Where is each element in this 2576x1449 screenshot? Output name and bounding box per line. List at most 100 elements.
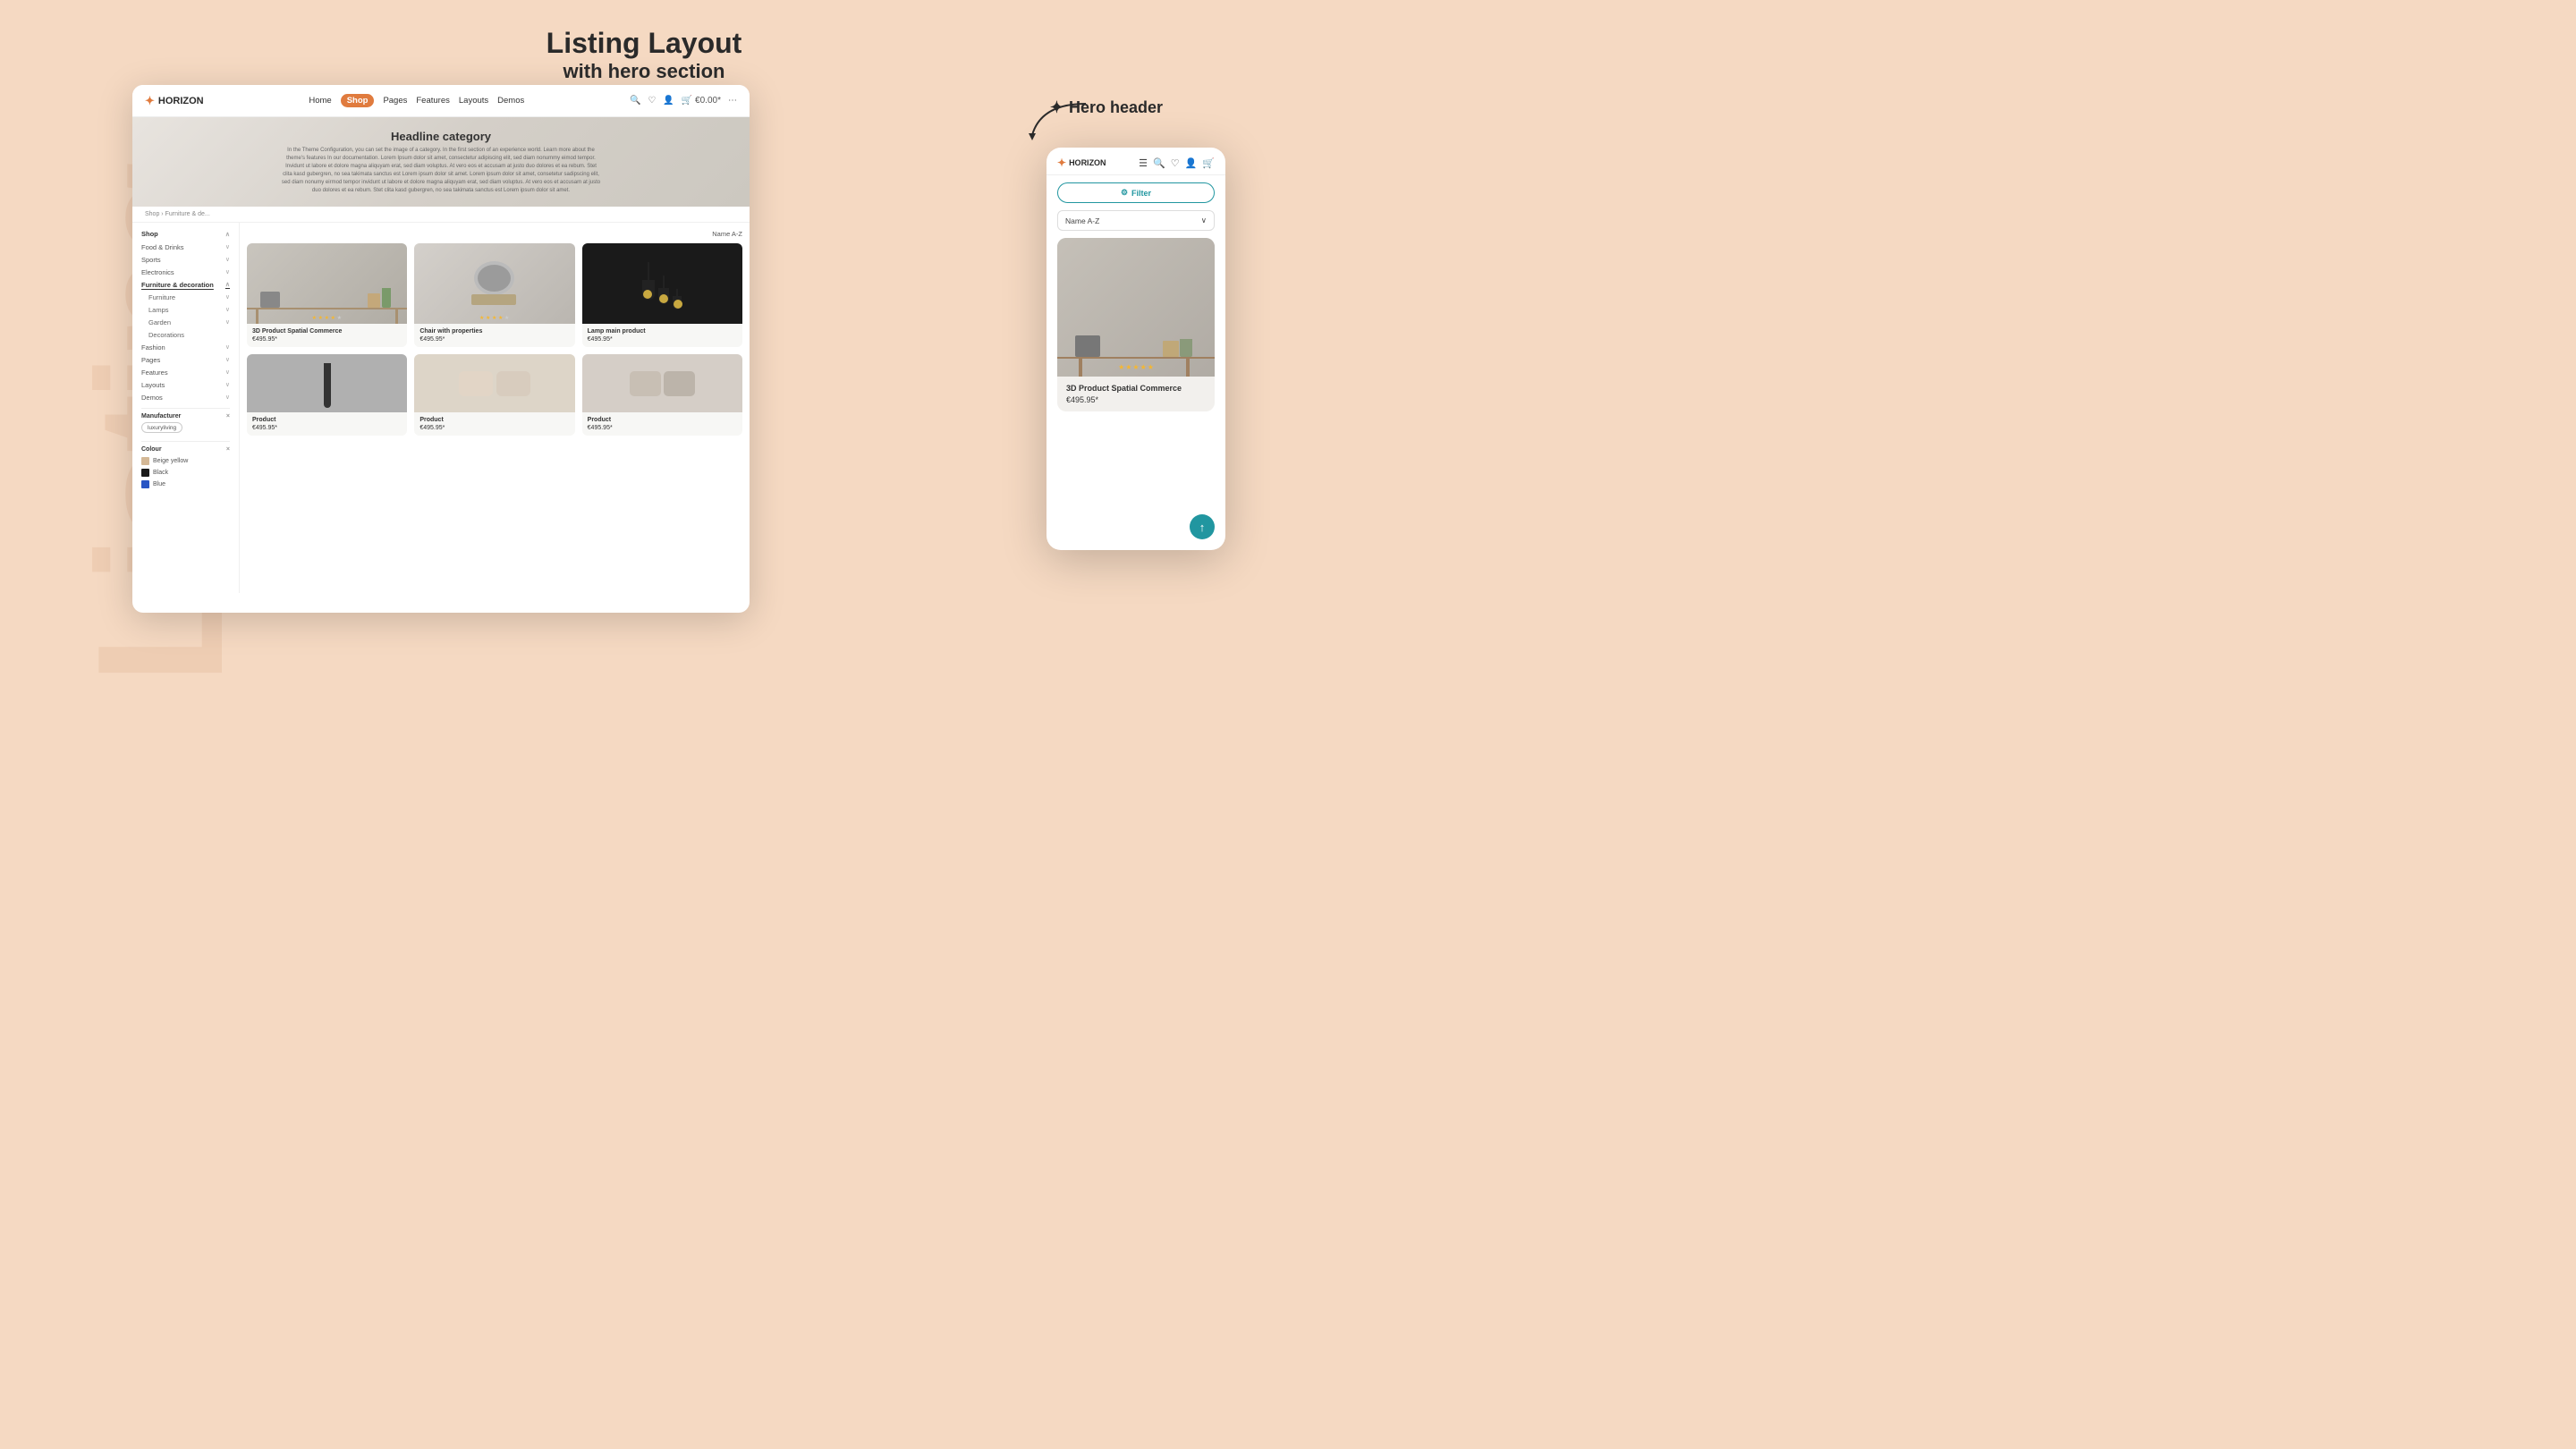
lamp-shape [642,258,682,309]
hero-title: Headline category [391,130,491,143]
sidebar-item-layouts[interactable]: Layouts ∨ [141,378,230,391]
mobile-wishlist-icon[interactable]: ♡ [1171,157,1180,169]
mobile-product-stars: ★ ★ ★ ★ ★ [1118,363,1154,371]
product-price-6: €495.95* [588,425,737,431]
mobile-sort-row[interactable]: Name A-Z ∨ [1057,210,1215,231]
logo-icon: ✦ [145,94,155,108]
mobile-menu-icon[interactable]: ☰ [1139,157,1148,169]
sidebar-shop-title: Shop ∧ [141,230,230,238]
sidebar-item-features[interactable]: Features ∨ [141,366,230,378]
color-row-black[interactable]: Black [141,467,230,479]
sidebar-item-fashion[interactable]: Fashion ∨ [141,341,230,353]
search-icon[interactable]: 🔍 [630,96,640,106]
sidebar-item-furniture-decoration[interactable]: Furniture & decoration ∧ [141,278,230,291]
sidebar-item-decorations[interactable]: Decorations [141,328,230,341]
mobile-logo: ✦ HORIZON [1057,157,1106,169]
product-card-3[interactable]: Lamp main product €495.95* [582,243,742,347]
product-image-4 [247,354,407,412]
monitor-object [260,292,280,308]
mobile-account-icon[interactable]: 👤 [1185,157,1198,169]
sidebar-item-demos[interactable]: Demos ∨ [141,391,230,403]
mobile-mockup: ✦ HORIZON ☰ 🔍 ♡ 👤 🛒 ⚙ Filter Name A-Z ∨ [1046,148,1225,550]
color-swatch-blue [141,480,149,488]
cart-icon[interactable]: 🛒 €0.00* [682,96,721,106]
chair-shape [470,257,519,310]
mobile-search-icon[interactable]: 🔍 [1153,157,1165,169]
sidebar-item-furniture[interactable]: Furniture ∨ [141,291,230,303]
hero-annotation: ✦ Hero header [1050,98,1163,117]
sidebar-item-electronics[interactable]: Electronics ∨ [141,266,230,278]
account-icon[interactable]: 👤 [663,96,674,106]
product-stars-1: ★ ★ ★ ★ ★ [312,315,343,320]
product-info-6: Product €495.95* [582,412,742,436]
mobile-logo-text: HORIZON [1069,158,1106,167]
wishlist-icon[interactable]: ♡ [648,96,656,106]
mobile-product-card-1[interactable]: ★ ★ ★ ★ ★ 3D Product Spatial Commerce €4… [1057,238,1215,411]
mobile-nav-icons: ☰ 🔍 ♡ 👤 🛒 [1139,157,1215,169]
mobile-navbar: ✦ HORIZON ☰ 🔍 ♡ 👤 🛒 [1046,148,1225,175]
mobile-cart-icon[interactable]: 🛒 [1202,157,1215,169]
annotation-arrow-icon [1023,99,1095,144]
product-name-2: Chair with properties [419,328,569,335]
products-sort-header: Name A-Z [247,230,742,238]
sidebar-shop-chevron[interactable]: ∧ [225,231,230,238]
filter-colour: Colour × [141,446,230,453]
sidebar-item-sports[interactable]: Sports ∨ [141,253,230,266]
nav-layouts[interactable]: Layouts [459,96,488,106]
product-name-5: Product [419,417,569,423]
product-stars-2: ★ ★ ★ ★ ★ [479,315,510,320]
page-title-sub: with hero section [547,60,742,83]
products-grid: ★ ★ ★ ★ ★ 3D Product Spatial Commerce €4… [247,243,742,436]
hero-section: Headline category In the Theme Configura… [132,117,750,207]
product-price-3: €495.95* [588,336,737,343]
interior-objects [247,243,407,324]
product-card-2[interactable]: ★ ★ ★ ★ ★ Chair with properties €495.95* [414,243,574,347]
page-title-main: Listing Layout [547,27,742,60]
mobile-sort-label: Name A-Z [1065,216,1099,225]
mobile-filter-button[interactable]: ⚙ Filter [1057,182,1215,203]
mobile-sort-chevron: ∨ [1201,216,1207,225]
breadcrumb: Shop › Furniture & de... [132,207,750,223]
nav-demos[interactable]: Demos [497,96,524,106]
filter-icon: ⚙ [1121,188,1128,198]
sidebar: Shop ∧ Food & Drinks ∨ Sports ∨ Electron… [132,223,240,593]
browser-mockup: ✦ HORIZON Home Shop Pages Features Layou… [132,85,750,613]
sidebar-item-garden[interactable]: Garden ∨ [141,316,230,328]
product-info-2: Chair with properties €495.95* [414,324,574,347]
browser-logo: ✦ HORIZON [145,94,204,108]
product-name-1: 3D Product Spatial Commerce [252,328,402,335]
mobile-product-info-1: 3D Product Spatial Commerce €495.95* [1057,377,1215,411]
product-info-1: 3D Product Spatial Commerce €495.95* [247,324,407,347]
mobile-scroll-top-button[interactable]: ↑ [1190,514,1215,539]
main-content: Shop ∧ Food & Drinks ∨ Sports ∨ Electron… [132,223,750,593]
product-card-4[interactable]: Product €495.95* [247,354,407,436]
sidebar-item-pages[interactable]: Pages ∨ [141,353,230,366]
product-card-5[interactable]: Product €495.95* [414,354,574,436]
hero-description: In the Theme Configuration, you can set … [280,147,602,195]
browser-nav-links: Home Shop Pages Features Layouts Demos [309,94,524,107]
product-image-1: ★ ★ ★ ★ ★ [247,243,407,324]
product-info-4: Product €495.95* [247,412,407,436]
nav-features[interactable]: Features [416,96,450,106]
product-card-6[interactable]: Product €495.95* [582,354,742,436]
mobile-product-price-1: €495.95* [1066,395,1206,404]
product-name-4: Product [252,417,402,423]
nav-pages[interactable]: Pages [383,96,407,106]
sort-label[interactable]: Name A-Z [712,230,742,238]
product-image-5 [414,354,574,412]
nav-home[interactable]: Home [309,96,331,106]
product-card-1[interactable]: ★ ★ ★ ★ ★ 3D Product Spatial Commerce €4… [247,243,407,347]
mobile-product-image-1: ★ ★ ★ ★ ★ [1057,238,1215,377]
books-object [368,293,380,308]
filter-colour-close[interactable]: × [226,446,230,453]
filter-tag-luxuryliving[interactable]: luxuryliving [141,422,182,433]
browser-nav-icons: 🔍 ♡ 👤 🛒 €0.00* ⋯ [630,96,737,106]
product-info-5: Product €495.95* [414,412,574,436]
menu-icon[interactable]: ⋯ [728,96,737,106]
color-row-blue[interactable]: Blue [141,479,230,490]
nav-shop[interactable]: Shop [341,94,375,107]
sidebar-item-lamps[interactable]: Lamps ∨ [141,303,230,316]
sidebar-item-food-drinks[interactable]: Food & Drinks ∨ [141,241,230,253]
filter-manufacturer-close[interactable]: × [226,413,230,419]
color-row-beige[interactable]: Beige yellow [141,455,230,467]
